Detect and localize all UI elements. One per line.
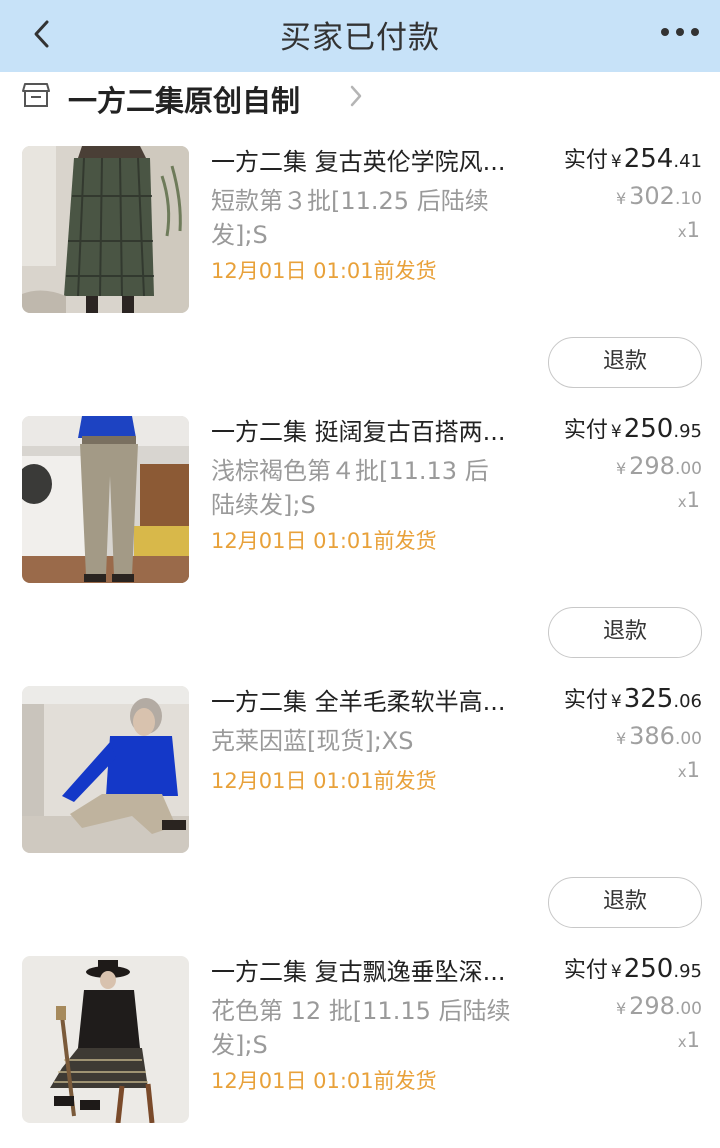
nav-bar: 买家已付款: [0, 0, 720, 72]
quantity: x1: [678, 1028, 700, 1052]
original-price: ¥298.00: [616, 992, 702, 1020]
shipping-deadline: 12月01日 01:01前发货: [211, 1069, 437, 1093]
original-price-integer: 298: [629, 992, 675, 1020]
order-item: 一方二集 全羊毛柔软半高... 克莱因蓝[现货];XS 12月01日 01:01…: [0, 684, 720, 956]
quantity-number: 1: [686, 218, 700, 242]
paid-price-integer: 254: [623, 144, 674, 174]
currency-symbol: ¥: [615, 729, 627, 748]
quantity-x: x: [677, 493, 687, 511]
quantity-number: 1: [686, 758, 700, 782]
product-image[interactable]: [22, 146, 189, 313]
quantity-number: 1: [686, 488, 700, 512]
product-variant: 克莱因蓝[现货];XS: [211, 727, 414, 755]
quantity: x1: [678, 758, 700, 782]
currency-symbol: ¥: [610, 152, 622, 172]
paid-price: 实付 ¥250.95: [564, 952, 702, 984]
quantity-x: x: [677, 1033, 687, 1051]
refund-button[interactable]: 退款: [548, 337, 702, 388]
currency-symbol: ¥: [610, 422, 622, 442]
paid-price-integer: 250: [623, 954, 674, 984]
currency-symbol: ¥: [615, 999, 627, 1018]
paid-label: 实付: [563, 418, 608, 443]
product-name[interactable]: 一方二集 挺阔复古百搭两...: [211, 412, 541, 447]
product-variant: 浅棕褐色第４批[11.13 后陆续发];S: [211, 457, 489, 519]
order-item: 一方二集 复古英伦学院风... 短款第３批[11.25 后陆续发];S 12月0…: [0, 144, 720, 416]
paid-price: 实付 ¥250.95: [564, 412, 702, 444]
shipping-deadline: 12月01日 01:01前发货: [211, 769, 437, 793]
product-name[interactable]: 一方二集 复古英伦学院风...: [211, 142, 541, 177]
shop-name: 一方二集原创自制: [68, 84, 301, 118]
product-name[interactable]: 一方二集 全羊毛柔软半高...: [211, 682, 541, 717]
paid-price-integer: 325: [623, 684, 674, 714]
original-price: ¥298.00: [616, 452, 702, 480]
original-price-decimal: .00: [674, 729, 702, 749]
quantity-number: 1: [686, 1028, 700, 1052]
product-image[interactable]: [22, 416, 189, 583]
original-price: ¥302.10: [616, 182, 702, 210]
paid-price-decimal: .06: [673, 691, 702, 712]
quantity-x: x: [677, 763, 687, 781]
shipping-deadline: 12月01日 01:01前发货: [211, 529, 437, 553]
product-image[interactable]: [22, 956, 189, 1123]
quantity-x: x: [677, 223, 687, 241]
shipping-deadline: 12月01日 01:01前发货: [211, 259, 437, 283]
original-price-decimal: .00: [674, 459, 702, 479]
store-icon: [22, 83, 50, 107]
product-name[interactable]: 一方二集 复古飘逸垂坠深...: [211, 952, 541, 987]
paid-price: 实付 ¥325.06: [564, 682, 702, 714]
original-price-decimal: .10: [674, 189, 702, 209]
product-variant: 短款第３批[11.25 后陆续发];S: [211, 187, 489, 249]
product-image[interactable]: [22, 686, 189, 853]
refund-button[interactable]: 退款: [548, 877, 702, 928]
paid-label: 实付: [563, 148, 608, 173]
product-variant: 花色第 12 批[11.15 后陆续发];S: [211, 997, 511, 1059]
currency-symbol: ¥: [615, 189, 627, 208]
original-price-integer: 302: [629, 182, 675, 210]
original-price: ¥386.00: [616, 722, 702, 750]
more-dots-icon[interactable]: [660, 22, 700, 42]
shop-header[interactable]: 一方二集原创自制: [22, 78, 422, 118]
quantity: x1: [678, 488, 700, 512]
order-item: 一方二集 挺阔复古百搭两... 浅棕褐色第４批[11.13 后陆续发];S 12…: [0, 414, 720, 686]
paid-label: 实付: [563, 958, 608, 983]
paid-price-decimal: .41: [673, 151, 702, 172]
original-price-integer: 386: [629, 722, 675, 750]
paid-price-integer: 250: [623, 414, 674, 444]
paid-label: 实付: [563, 688, 608, 713]
paid-price: 实付 ¥254.41: [564, 142, 702, 174]
paid-price-decimal: .95: [673, 421, 702, 442]
paid-price-decimal: .95: [673, 961, 702, 982]
original-price-decimal: .00: [674, 999, 702, 1019]
order-item: 一方二集 复古飘逸垂坠深... 花色第 12 批[11.15 后陆续发];S 1…: [0, 954, 720, 1148]
currency-symbol: ¥: [610, 692, 622, 712]
chevron-right-icon: [350, 85, 362, 107]
quantity: x1: [678, 218, 700, 242]
currency-symbol: ¥: [615, 459, 627, 478]
refund-button[interactable]: 退款: [548, 607, 702, 658]
page-title: 买家已付款: [280, 20, 440, 56]
currency-symbol: ¥: [610, 962, 622, 982]
original-price-integer: 298: [629, 452, 675, 480]
